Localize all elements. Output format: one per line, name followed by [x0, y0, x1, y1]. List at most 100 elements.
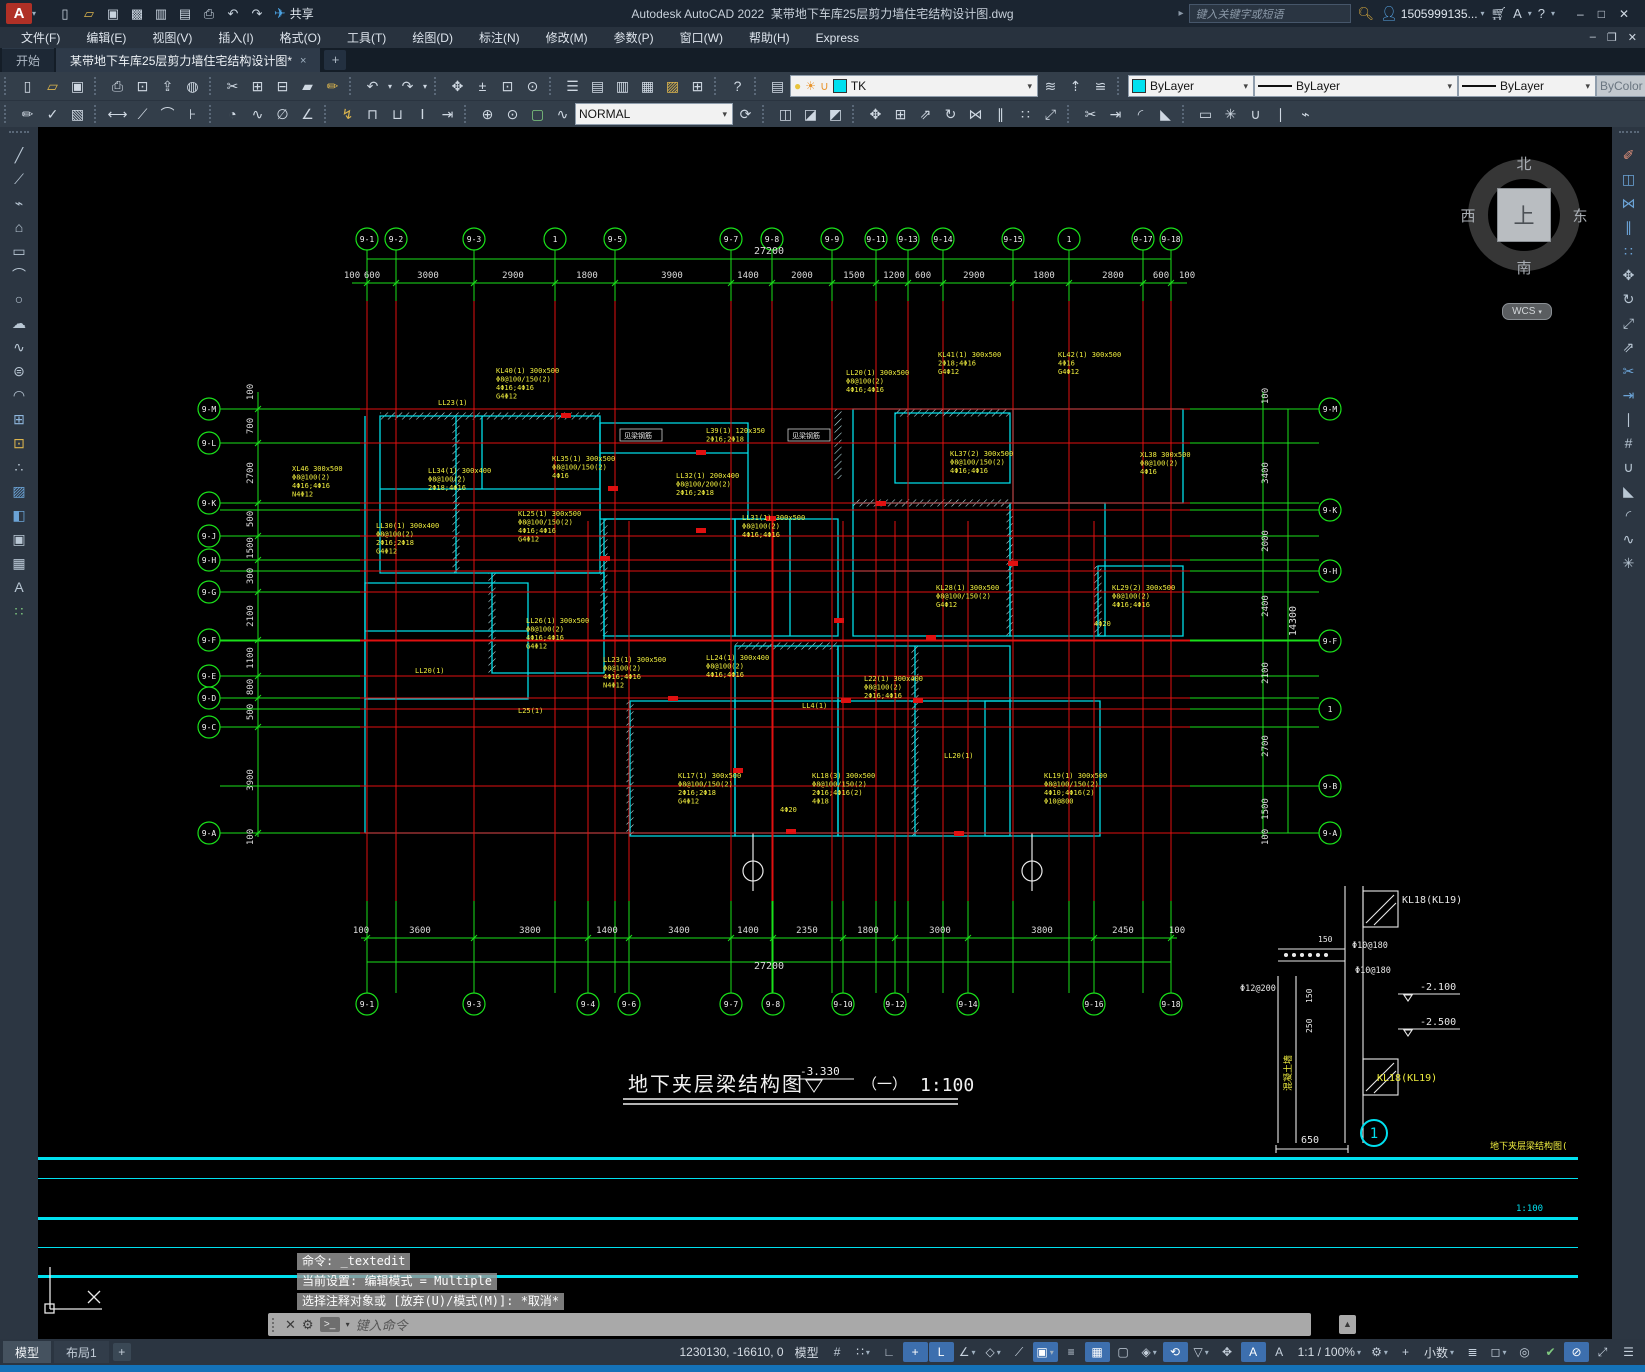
help-icon[interactable]: ?: [1538, 6, 1545, 21]
qnew-icon[interactable]: ▯: [54, 4, 76, 24]
dim-angular-icon[interactable]: ∠: [295, 103, 320, 126]
open-icon[interactable]: ▱: [78, 4, 100, 24]
search-icon[interactable]: 🔍︎: [1357, 6, 1374, 22]
plot-icon[interactable]: ⎙: [105, 75, 130, 98]
tab-close-icon[interactable]: ×: [300, 55, 306, 67]
plot-icon[interactable]: ⎙: [198, 4, 220, 24]
copy-icon[interactable]: ◫: [1616, 167, 1642, 191]
cut-icon[interactable]: ✂: [220, 75, 245, 98]
publish-icon[interactable]: ⇪: [155, 75, 180, 98]
tab-model[interactable]: 模型: [3, 1341, 52, 1363]
designcenter-icon[interactable]: ▤: [585, 75, 610, 98]
toolbar-grip[interactable]: [4, 77, 11, 95]
transparency-toggle[interactable]: ▦: [1084, 1342, 1110, 1362]
sheet-set-manager-icon[interactable]: ▦: [635, 75, 660, 98]
quick-properties-toggle[interactable]: ≣: [1460, 1342, 1485, 1362]
dim-linear-icon[interactable]: ⟷: [105, 103, 130, 126]
copy-clip-icon[interactable]: ⊞: [245, 75, 270, 98]
command-bar[interactable]: ✕ ⚙ >_ ▾ 键入命令: [268, 1313, 1311, 1336]
lock-ui-caret-icon[interactable]: ▾: [1502, 1348, 1506, 1357]
status-menu-toggle[interactable]: ☰: [1616, 1342, 1641, 1362]
rectangle-icon[interactable]: ▭: [6, 239, 32, 263]
help-caret-icon[interactable]: ▾: [1551, 9, 1555, 18]
close-button[interactable]: ✕: [1619, 7, 1629, 21]
spell-check-icon[interactable]: ✓: [40, 103, 65, 126]
quick-dimension-icon[interactable]: ↯: [335, 103, 360, 126]
toolbar-grip[interactable]: [434, 77, 441, 95]
dynamic-ucs-toggle[interactable]: ⟲: [1162, 1342, 1188, 1362]
new-tab-button[interactable]: +: [324, 50, 347, 70]
menu-express[interactable]: Express: [803, 31, 872, 45]
tolerance-icon[interactable]: ⊕: [475, 103, 500, 126]
toolbar-grip[interactable]: [714, 77, 721, 95]
3d-object-snap-toggle[interactable]: ◈ ▾: [1137, 1342, 1162, 1362]
scale-icon[interactable]: ⤢: [1616, 311, 1642, 335]
draworder-front-icon[interactable]: ◫: [773, 103, 798, 126]
rotate-icon[interactable]: ↻: [938, 103, 963, 126]
trim-icon[interactable]: ✂: [1078, 103, 1103, 126]
table-icon[interactable]: ▦: [6, 551, 32, 575]
command-bar-grip[interactable]: [272, 1317, 279, 1332]
menu-draw[interactable]: 绘图(D): [399, 29, 466, 46]
toolbar-grip[interactable]: [94, 105, 101, 123]
polar-tracking-caret-icon[interactable]: ▾: [971, 1348, 975, 1357]
fillet-icon[interactable]: ◜: [1616, 503, 1642, 527]
undo-caret-icon[interactable]: ▾: [385, 75, 395, 98]
object-snap-caret-icon[interactable]: ▾: [1050, 1348, 1054, 1357]
wcs-dropdown[interactable]: WCS ▾: [1502, 303, 1552, 320]
clean-screen-toggle[interactable]: ⊘: [1564, 1342, 1589, 1362]
toolbar-grip[interactable]: [209, 105, 216, 123]
menu-help[interactable]: 帮助(H): [736, 29, 803, 46]
chamfer-icon[interactable]: ◣: [1616, 479, 1642, 503]
tab-drawing[interactable]: 某带地下车库25层剪力墙住宅结构设计图* ×: [56, 48, 321, 72]
selection-filter-toggle[interactable]: ▽ ▾: [1189, 1342, 1214, 1362]
selection-cycling-toggle[interactable]: ▢: [1111, 1342, 1136, 1362]
lineweight-combo-caret-icon[interactable]: ▾: [1585, 81, 1592, 92]
open-mobile-icon[interactable]: ▤: [174, 4, 196, 24]
paste-icon[interactable]: ⊟: [270, 75, 295, 98]
toolbar-grip[interactable]: [754, 77, 761, 95]
revision-cloud-icon[interactable]: ☁: [6, 311, 32, 335]
annotation-monitor-toggle[interactable]: +: [1393, 1342, 1418, 1362]
toolbar-grip[interactable]: [1182, 105, 1189, 123]
join-icon[interactable]: ∪: [1616, 455, 1642, 479]
open-icon[interactable]: ▱: [40, 75, 65, 98]
zoom-previous-icon[interactable]: ⊙: [520, 75, 545, 98]
menu-format[interactable]: 格式(O): [267, 29, 334, 46]
doc-restore-button[interactable]: ❐: [1607, 31, 1617, 44]
redo-caret-icon[interactable]: ▾: [420, 75, 430, 98]
erase-icon[interactable]: ✐: [1616, 143, 1642, 167]
layer-properties-button[interactable]: ▤: [765, 75, 790, 98]
scale-icon[interactable]: ⤢: [1038, 103, 1063, 126]
rotate-icon[interactable]: ↻: [1616, 287, 1642, 311]
extend-icon[interactable]: ⇥: [1103, 103, 1128, 126]
polygon-icon[interactable]: ⌂: [6, 215, 32, 239]
viewcube-east[interactable]: 东: [1570, 205, 1590, 226]
edit-polyline-icon[interactable]: ⌁: [1293, 103, 1318, 126]
rectangle-icon[interactable]: ▭: [1193, 103, 1218, 126]
save-icon[interactable]: ▣: [65, 75, 90, 98]
tool-palettes-icon[interactable]: ▥: [610, 75, 635, 98]
quickcalc-icon[interactable]: ⊞: [685, 75, 710, 98]
3d-object-snap-caret-icon[interactable]: ▾: [1153, 1348, 1157, 1357]
doc-close-button[interactable]: ✕: [1628, 31, 1637, 44]
dim-style-combo[interactable]: NORMAL ▾: [575, 103, 733, 125]
dim-jog-line-icon[interactable]: ∿: [550, 103, 575, 126]
layer-translate-icon[interactable]: ▧: [65, 103, 90, 126]
redo-icon[interactable]: ↷: [246, 4, 268, 24]
markup-import-icon[interactable]: ▨: [660, 75, 685, 98]
zoom-realtime-icon[interactable]: ±: [470, 75, 495, 98]
extend-icon[interactable]: ⇥: [1616, 383, 1642, 407]
ellipse-arc-icon[interactable]: ◠: [6, 383, 32, 407]
command-input[interactable]: 键入命令: [356, 1315, 408, 1334]
make-object-layer-current-icon[interactable]: ≋: [1038, 75, 1063, 98]
spline-icon[interactable]: ∿: [6, 335, 32, 359]
draworder-above-icon[interactable]: ◩: [823, 103, 848, 126]
help-icon[interactable]: ?: [725, 75, 750, 98]
region-icon[interactable]: ▣: [6, 527, 32, 551]
autocad-logo-icon[interactable]: A: [6, 3, 32, 24]
maximize-button[interactable]: □: [1598, 7, 1605, 21]
menu-modify[interactable]: 修改(M): [533, 29, 601, 46]
object-snap-toggle[interactable]: ▣ ▾: [1032, 1342, 1058, 1362]
annotation-visibility-toggle[interactable]: A: [1240, 1342, 1266, 1362]
